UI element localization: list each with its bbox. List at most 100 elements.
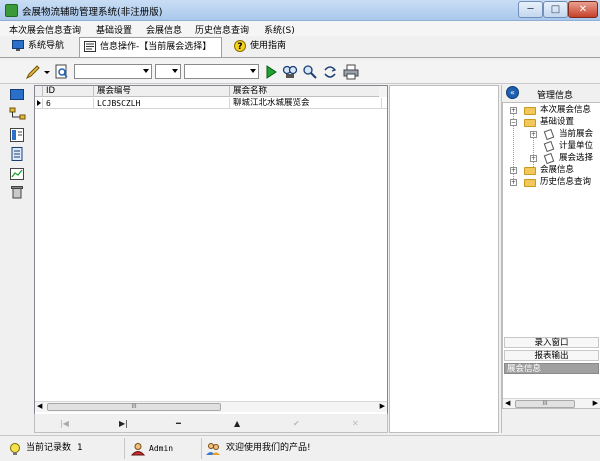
tree-node-expo-info[interactable]: + 会展信息 — [503, 165, 600, 176]
status-welcome: 欢迎使用我们的产品! — [204, 438, 600, 459]
tree-horizontal-scrollbar[interactable]: III ◀ ▶ — [503, 398, 600, 408]
tree-node-expo-select[interactable]: + 展会选择 — [503, 152, 600, 165]
record-count-label: 当前记录数 — [26, 443, 72, 453]
scrollbar-thumb[interactable]: III — [47, 403, 221, 411]
left-icon-bar — [0, 85, 33, 433]
grid-horizontal-scrollbar[interactable]: III ◀ ▶ — [35, 401, 387, 412]
document-icon — [84, 41, 96, 52]
row-pointer-icon — [37, 100, 41, 106]
tree-node-basic-settings[interactable]: − 基础设置 — [503, 117, 600, 128]
welcome-message: 欢迎使用我们的产品! — [226, 443, 311, 453]
record-navigator: |◀ ▶| ━ ▲ ✔ ✕ — [34, 414, 388, 433]
menu-basic-settings[interactable]: 基础设置 — [96, 23, 132, 36]
report-output-button[interactable]: 报表输出 — [504, 350, 599, 361]
tree-node-measure-unit[interactable]: 计量单位 — [503, 140, 600, 153]
row-indicator-header — [35, 86, 43, 97]
tab-system-nav[interactable]: 系统导航 — [8, 37, 74, 57]
management-panel: « 管理信息 + 本次展会信息 − 基础设置 + 当前展会 计量单位 + 展会选… — [501, 85, 600, 433]
chevron-down-icon — [250, 69, 256, 73]
field-select-combo[interactable] — [74, 64, 152, 79]
delete-record-button[interactable]: ━ — [176, 419, 181, 428]
cell-name[interactable]: 聊城江北水城展览会 — [230, 98, 382, 109]
expand-icon[interactable]: + — [510, 179, 517, 186]
first-record-button[interactable]: |◀ — [60, 419, 69, 428]
form-view-icon[interactable] — [10, 128, 24, 142]
detail-pane — [389, 85, 499, 433]
tab-label: 信息操作-【当前展会选择】 — [100, 42, 212, 52]
tree-node-current-expo[interactable]: + 本次展会信息 — [503, 105, 600, 116]
document-icon — [543, 128, 555, 141]
panel-title: 管理信息 — [537, 91, 574, 101]
record-count-value: 1 — [77, 443, 83, 453]
play-icon[interactable] — [263, 64, 279, 80]
menu-history-query[interactable]: 历史信息查询 — [195, 23, 249, 36]
chevron-down-icon — [172, 69, 178, 73]
scroll-right-arrow[interactable]: ▶ — [593, 399, 598, 407]
tree-structure-icon[interactable] — [9, 107, 27, 121]
lightbulb-icon — [10, 443, 20, 455]
column-header-id[interactable]: ID — [43, 86, 94, 97]
folder-open-icon — [524, 119, 536, 127]
collapse-panel-icon[interactable]: « — [506, 86, 519, 99]
entry-window-button[interactable]: 录入窗口 — [504, 337, 599, 348]
operator-select-combo[interactable] — [155, 64, 181, 79]
help-icon: ? — [234, 40, 246, 52]
cancel-record-button[interactable]: ✕ — [352, 419, 359, 428]
pencil-dropdown-arrow[interactable] — [44, 71, 50, 74]
tab-info-operation[interactable]: 信息操作-【当前展会选择】 — [79, 37, 222, 57]
column-header-name[interactable]: 展会名称 — [230, 86, 382, 97]
tree-node-history-query[interactable]: + 历史信息查询 — [503, 177, 600, 188]
grid-vertical-scrollbar[interactable] — [379, 86, 387, 97]
users-icon — [206, 443, 220, 455]
document-list-icon[interactable] — [10, 147, 24, 161]
grid-view-icon[interactable] — [10, 88, 24, 102]
svg-text:?: ? — [237, 42, 242, 52]
menu-bar: 本次展会信息查询 基础设置 会展信息 历史信息查询 系统(S) — [0, 21, 600, 36]
data-grid: ID 展会编号 展会名称 6 LCJBSCZLH 聊城江北水城展览会 III ◀… — [34, 85, 388, 433]
scroll-left-arrow[interactable]: ◀ — [505, 399, 510, 407]
nav-tabs: 系统导航 信息操作-【当前展会选择】 ? 使用指南 — [0, 36, 600, 58]
row-indicator — [35, 98, 43, 109]
collapse-icon[interactable]: − — [510, 119, 517, 126]
cell-code[interactable]: LCJBSCZLH — [94, 98, 230, 109]
menu-system[interactable]: 系统(S) — [264, 23, 295, 36]
tab-user-guide[interactable]: ? 使用指南 — [230, 37, 296, 57]
expo-info-button[interactable]: 展会信息 — [504, 363, 599, 374]
table-row[interactable]: 6 LCJBSCZLH 聊城江北水城展览会 — [35, 98, 387, 109]
pencil-icon[interactable] — [25, 64, 41, 80]
search-doc-icon[interactable] — [54, 64, 70, 80]
chart-icon[interactable] — [10, 167, 24, 181]
folder-icon — [524, 167, 536, 175]
tree-node-current-exhibition[interactable]: + 当前展会 — [503, 128, 600, 141]
expand-icon[interactable]: + — [530, 155, 537, 162]
post-record-button[interactable]: ✔ — [293, 419, 300, 428]
app-icon — [5, 4, 18, 17]
expand-icon[interactable]: + — [530, 131, 537, 138]
document-icon — [543, 152, 555, 165]
folder-icon — [524, 107, 536, 115]
last-record-button[interactable]: ▶| — [119, 419, 128, 428]
expand-icon[interactable]: + — [510, 107, 517, 114]
cell-id[interactable]: 6 — [43, 98, 94, 109]
scroll-left-arrow[interactable]: ◀ — [37, 402, 42, 410]
find-icon[interactable] — [282, 64, 298, 80]
menu-expo-info[interactable]: 会展信息 — [146, 23, 182, 36]
minimize-button[interactable]: ─ — [518, 1, 543, 18]
value-select-combo[interactable] — [184, 64, 259, 79]
find-next-icon[interactable] — [302, 64, 318, 80]
edit-record-button[interactable]: ▲ — [234, 419, 240, 428]
trash-icon[interactable] — [10, 185, 24, 199]
scroll-right-arrow[interactable]: ▶ — [380, 402, 385, 410]
monitor-icon — [12, 40, 24, 51]
current-user: Admin — [149, 444, 174, 453]
replace-icon[interactable] — [322, 64, 338, 80]
column-header-code[interactable]: 展会编号 — [94, 86, 230, 97]
print-icon[interactable] — [343, 64, 359, 80]
grid-header: ID 展会编号 展会名称 — [35, 86, 387, 97]
expand-icon[interactable]: + — [510, 167, 517, 174]
close-button[interactable]: ✕ — [568, 1, 598, 18]
maximize-button[interactable]: □ — [543, 1, 568, 18]
menu-current-expo-query[interactable]: 本次展会信息查询 — [9, 23, 81, 36]
tab-label: 使用指南 — [250, 41, 287, 51]
scrollbar-thumb[interactable]: III — [515, 400, 575, 408]
